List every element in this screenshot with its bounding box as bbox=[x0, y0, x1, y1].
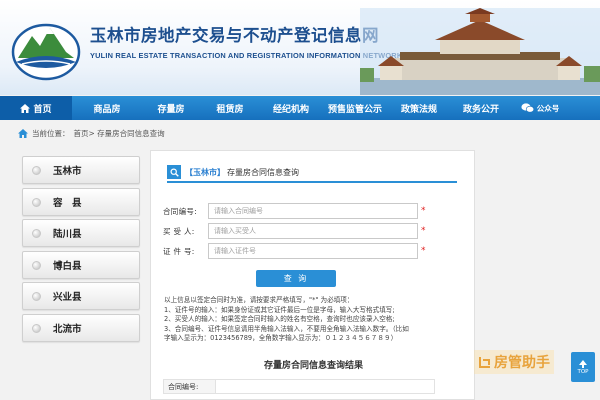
bullet-icon bbox=[32, 166, 41, 175]
sidebar-item-label: 博白县 bbox=[53, 260, 82, 272]
instruction-line: 1、证件号的输入：如果身份证或其它证件最后一位是字母，输入大写格式填写; bbox=[164, 305, 395, 314]
nav-item-label: 存量房 bbox=[157, 104, 185, 115]
nav-item-new-homes[interactable]: 商品房 bbox=[72, 96, 142, 120]
nav-item-home[interactable]: 首页 bbox=[0, 96, 72, 120]
result-row: 合同编号: bbox=[163, 379, 435, 394]
bullet-icon bbox=[32, 197, 41, 207]
contract-number-row: 合同编号: * bbox=[163, 203, 463, 219]
bullet-icon bbox=[32, 323, 41, 333]
nav-item-resale-homes[interactable]: 存量房 bbox=[142, 96, 200, 120]
site-title: 玉林市房地产交易与不动产登记信息网 bbox=[90, 26, 379, 45]
nav-item-agencies[interactable]: 经纪机构 bbox=[260, 96, 322, 120]
sidebar-item-label: 陆川县 bbox=[53, 229, 82, 240]
id-number-label: 证 件 号: bbox=[163, 246, 195, 256]
search-icon bbox=[167, 165, 181, 179]
id-number-input[interactable] bbox=[208, 243, 418, 259]
nav-item-government-affairs[interactable]: 政务公开 bbox=[450, 96, 512, 120]
panel-title: 存量房合同信息查询 bbox=[227, 167, 299, 177]
fangguan-assistant-watermark: 房管助手 bbox=[474, 350, 554, 374]
bullet-icon bbox=[32, 229, 41, 238]
county-sidebar: 玉林市 容 县 陆川县 博白县 兴业县 北流市 bbox=[22, 156, 140, 345]
main-nav: 首页 商品房 存量房 租赁房 经纪机构 预售监管公示 政策法规 政务公开 公众号 bbox=[0, 96, 600, 120]
contract-number-label: 合同编号: bbox=[163, 206, 198, 216]
required-mark: * bbox=[421, 206, 426, 216]
query-instructions: 以上信息以签定合同时为准，请按要求严格填写，"*" 为必填项： 1、证件号的输入… bbox=[164, 296, 464, 344]
city-building-banner bbox=[360, 8, 600, 95]
nav-item-label: 预售监管公示 bbox=[327, 104, 382, 115]
nav-item-label: 商品房 bbox=[93, 104, 121, 115]
buyer-label: 买 受 人: bbox=[163, 226, 195, 236]
required-mark: * bbox=[421, 246, 426, 256]
sidebar-item-yulin[interactable]: 玉林市 bbox=[22, 156, 140, 184]
buyer-input[interactable] bbox=[208, 223, 418, 239]
breadcrumb: 当前位置： 首页> 存量房合同信息查询 bbox=[18, 128, 165, 139]
home-icon bbox=[20, 103, 31, 113]
bullet-icon bbox=[32, 292, 41, 301]
breadcrumb-path[interactable]: 首页> 存量房合同信息查询 bbox=[74, 128, 165, 139]
back-to-top-button[interactable]: TOP bbox=[571, 352, 595, 382]
breadcrumb-prefix: 当前位置： bbox=[32, 129, 70, 138]
nav-item-policies[interactable]: 政策法规 bbox=[388, 96, 450, 120]
site-logo[interactable] bbox=[10, 12, 82, 84]
panel-city: 【玉林市】 bbox=[185, 167, 225, 177]
nav-item-rental-homes[interactable]: 租赁房 bbox=[200, 96, 260, 120]
site-title-english: YULIN REAL ESTATE TRANSACTION AND REGIST… bbox=[90, 51, 403, 60]
sidebar-item-rongxian[interactable]: 容 县 bbox=[22, 187, 140, 216]
nav-item-label: 租赁房 bbox=[216, 104, 244, 115]
instruction-line: 字输入显示为：0123456789，全角数字输入显示为：０１２３４５６７８９） bbox=[164, 334, 398, 343]
watermark-text: 房管助手 bbox=[494, 355, 550, 371]
sidebar-item-label: 兴业县 bbox=[53, 292, 82, 303]
buyer-row: 买 受 人: * bbox=[163, 223, 463, 239]
sidebar-item-xingye[interactable]: 兴业县 bbox=[22, 282, 140, 310]
sidebar-item-beiliu[interactable]: 北流市 bbox=[22, 313, 140, 342]
result-title: 存量房合同信息查询结果 bbox=[263, 361, 363, 371]
site-header: 玉林市房地产交易与不动产登记信息网 YULIN REAL ESTATE TRAN… bbox=[0, 0, 600, 95]
id-number-row: 证 件 号: * bbox=[163, 243, 463, 259]
nav-item-wechat[interactable]: 公众号 bbox=[512, 96, 568, 120]
nav-item-label: 政策法规 bbox=[400, 104, 437, 115]
sidebar-item-luchuan[interactable]: 陆川县 bbox=[22, 219, 140, 247]
result-contract-number-label: 合同编号: bbox=[164, 380, 216, 393]
home-icon bbox=[18, 129, 28, 138]
wechat-icon bbox=[521, 103, 534, 113]
nav-item-presale-supervision[interactable]: 预售监管公示 bbox=[322, 96, 388, 120]
panel-header: 【玉林市】 存量房合同信息查询 bbox=[167, 163, 457, 183]
nav-item-label: 首页 bbox=[33, 104, 52, 115]
sidebar-item-bobai[interactable]: 博白县 bbox=[22, 250, 140, 279]
instruction-line: 以上信息以签定合同时为准，请按要求严格填写，"*" 为必填项： bbox=[164, 296, 354, 304]
required-mark: * bbox=[421, 226, 426, 236]
contract-number-input[interactable] bbox=[208, 203, 418, 219]
query-button[interactable]: 查 询 bbox=[256, 270, 336, 287]
sidebar-item-label: 玉林市 bbox=[53, 166, 82, 177]
nav-item-label: 政务公开 bbox=[462, 104, 499, 115]
sidebar-item-label: 容 县 bbox=[53, 197, 82, 209]
instruction-line: 2、买受人的输入：如果签定合同时输入的姓名有空格，查询时也应该录入空格; bbox=[164, 315, 395, 324]
instruction-line: 3、合同编号、证件号信息请用半角输入法输入，不要用全角输入法输入数字。（比如 bbox=[164, 324, 409, 333]
arrow-up-icon bbox=[579, 359, 587, 368]
nav-item-label: 公众号 bbox=[536, 103, 560, 113]
contract-query-panel: 【玉林市】 存量房合同信息查询 合同编号: * 买 受 人: * 证 件 号: … bbox=[150, 150, 475, 400]
sidebar-item-label: 北流市 bbox=[53, 323, 82, 335]
house-icon bbox=[479, 357, 490, 368]
nav-item-label: 经纪机构 bbox=[272, 104, 309, 115]
back-to-top-label: TOP bbox=[577, 368, 589, 375]
bullet-icon bbox=[32, 260, 41, 270]
